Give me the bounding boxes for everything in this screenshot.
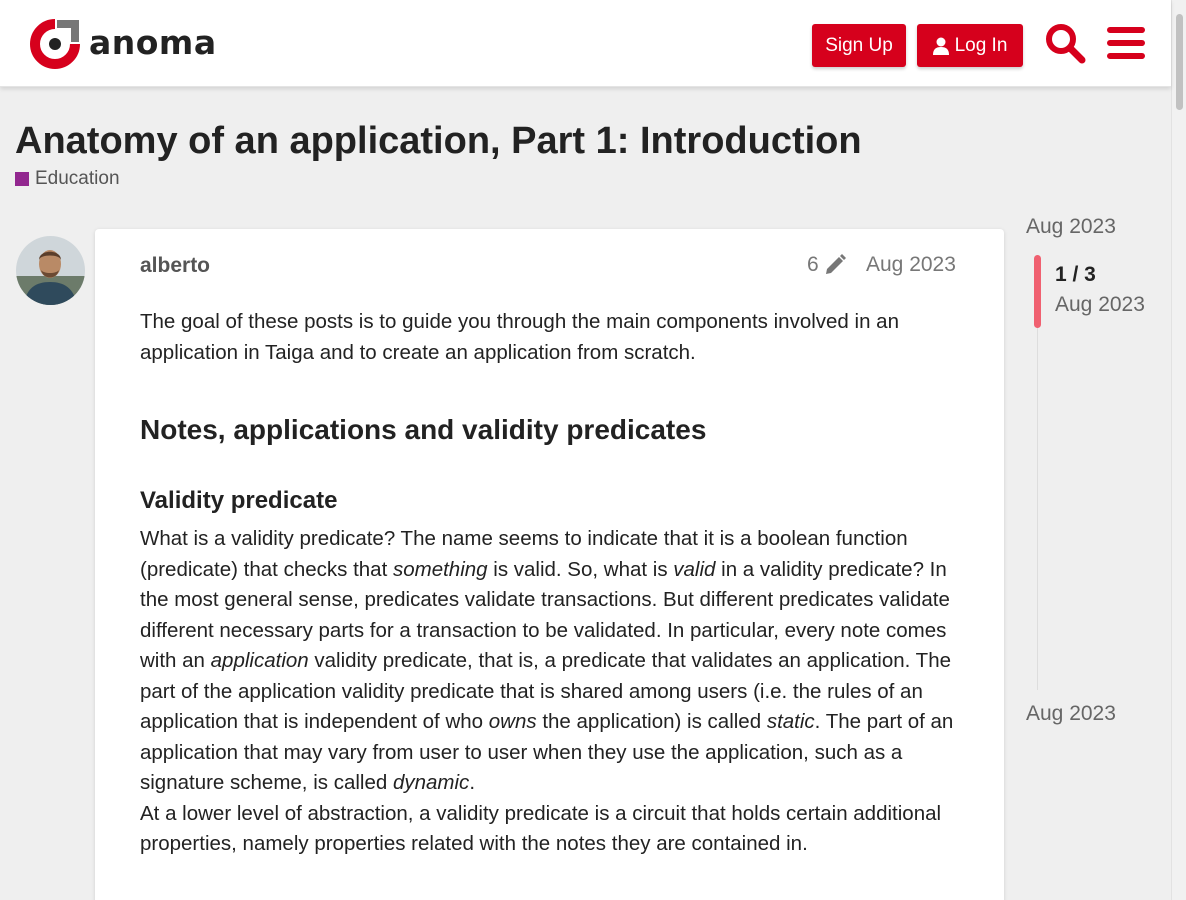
topic-title[interactable]: Anatomy of an application, Part 1: Intro… [15, 120, 862, 163]
validity-predicate-paragraph: What is a validity predicate? The name s… [140, 524, 965, 799]
pencil-icon [825, 254, 846, 274]
post-date[interactable]: Aug 2023 [866, 253, 956, 277]
avatar[interactable] [16, 236, 85, 305]
scrollbar-thumb[interactable] [1176, 14, 1183, 110]
timeline-progress: 1 / 3 [1055, 263, 1096, 286]
category-name: Education [35, 168, 120, 189]
user-icon [932, 37, 949, 55]
timeline-end-date[interactable]: Aug 2023 [1026, 702, 1116, 726]
post-card: alberto 6 Aug 2023 The goal of these pos… [95, 229, 1004, 900]
post-username[interactable]: alberto [140, 254, 210, 278]
paragraph-text: is valid. So, what is [487, 557, 674, 581]
emphasis-text: application [210, 649, 309, 673]
emphasis-text: something [392, 557, 488, 581]
edit-count: 6 [807, 253, 819, 276]
emphasis-text: valid [673, 557, 716, 581]
hamburger-menu-icon[interactable] [1105, 22, 1147, 64]
section-heading: Notes, applications and validity predica… [140, 414, 707, 445]
avatar-image [16, 236, 85, 305]
emphasis-text: dynamic [392, 771, 470, 795]
log-in-button[interactable]: Log In [917, 24, 1023, 67]
logo-text: anoma [89, 22, 217, 62]
edit-history-button[interactable]: 6 [807, 253, 846, 277]
post-body: The goal of these posts is to guide you … [140, 307, 965, 860]
abstraction-paragraph: At a lower level of abstraction, a valid… [140, 801, 942, 856]
timeline-scroller-handle[interactable] [1034, 255, 1041, 328]
paragraph-text: . [469, 771, 476, 795]
emphasis-text: owns [488, 710, 537, 734]
category-color-swatch [15, 172, 29, 186]
page-scrollbar[interactable] [1171, 0, 1186, 900]
search-icon[interactable] [1044, 22, 1086, 64]
timeline-current-date: Aug 2023 [1055, 293, 1145, 316]
log-in-label: Log In [954, 34, 1008, 56]
sign-up-label: Sign Up [825, 34, 893, 56]
category-badge[interactable]: Education [15, 168, 120, 190]
paragraph-text: the application) is called [536, 710, 767, 734]
site-header: anoma Sign Up Log In [0, 0, 1171, 87]
timeline-start-date[interactable]: Aug 2023 [1026, 215, 1116, 239]
subsection-heading: Validity predicate [140, 486, 338, 514]
site-logo[interactable]: anoma [29, 18, 217, 70]
emphasis-text: static [766, 710, 815, 734]
sign-up-button[interactable]: Sign Up [812, 24, 906, 67]
anoma-logo-icon [30, 18, 81, 69]
intro-paragraph: The goal of these posts is to guide you … [140, 310, 899, 364]
